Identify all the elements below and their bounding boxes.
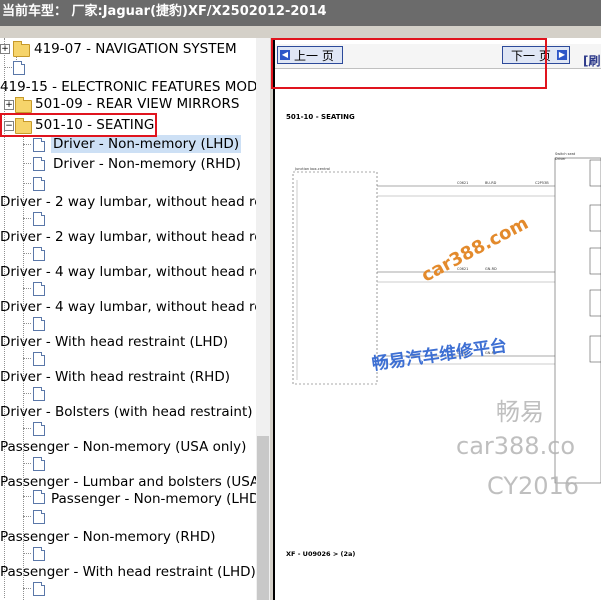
tree-item-driver-bolsters[interactable]: Driver - Bolsters (with head restraint)	[0, 403, 253, 421]
tree-item-driver-head-restraint-lhd[interactable]: Driver - With head restraint (LHD)	[0, 333, 228, 351]
wire-label: BU-RD	[485, 181, 497, 185]
tree-item-driver-4way-lumbar-2[interactable]: Driver - 4 way lumbar, without head rest…	[0, 298, 256, 316]
junction-box-outline	[292, 171, 378, 385]
expand-icon[interactable]: +	[0, 44, 10, 54]
tree-item-driver-2way-lumbar-2[interactable]: Driver - 2 way lumbar, without head rest…	[0, 228, 256, 246]
window-title: 当前车型： 厂家:Jaguar(捷豹)XF/X2502012-2014	[2, 4, 327, 19]
document-icon[interactable]	[33, 352, 45, 366]
document-icon[interactable]	[33, 317, 45, 331]
document-icon[interactable]	[33, 157, 45, 171]
tree-item-419-07[interactable]: 419-07 - NAVIGATION SYSTEM	[34, 40, 237, 58]
window-title-bar: 当前车型： 厂家:Jaguar(捷豹)XF/X2502012-2014	[0, 0, 601, 26]
page-heading: 501-10 - SEATING	[286, 113, 355, 121]
tree-guide-line	[23, 588, 31, 589]
tree-guide-line	[23, 428, 31, 429]
document-icon[interactable]	[33, 177, 45, 191]
page-footer: XF - U09026 > (2a)	[286, 550, 356, 558]
watermark-code: CY2016	[487, 472, 580, 500]
tree-scrollbar-thumb[interactable]	[257, 436, 269, 600]
tree-guide-line	[23, 516, 31, 517]
document-icon[interactable]	[33, 457, 45, 471]
tree-guide-line	[23, 358, 31, 359]
tree-guide-line	[23, 463, 31, 464]
tree-guide-line	[23, 183, 31, 184]
highlight-box-seating	[0, 113, 157, 137]
watermark-cn: 畅易	[496, 398, 544, 426]
tree-guide-line	[23, 253, 31, 254]
document-icon[interactable]	[33, 247, 45, 261]
tree-item-passenger-lumbar-bolsters[interactable]: Passenger - Lumbar and bolsters (USA or	[0, 473, 256, 491]
tree-item-passenger-non-memory-rhd[interactable]: Passenger - Non-memory (RHD)	[0, 528, 216, 546]
wire-label: GN-RD	[485, 267, 497, 271]
tree-guide-line	[23, 553, 31, 554]
tree-item-501-09[interactable]: 501-09 - REAR VIEW MIRRORS	[35, 95, 239, 113]
refresh-button[interactable]: [刷	[583, 52, 601, 69]
tree-item-driver-4way-lumbar-1[interactable]: Driver - 4 way lumbar, without head rest…	[0, 263, 256, 281]
document-icon[interactable]	[33, 282, 45, 296]
tree-item-driver-non-memory-rhd[interactable]: Driver - Non-memory (RHD)	[53, 155, 241, 173]
tree-guide-line	[23, 496, 31, 497]
toolbar-strip	[0, 26, 601, 38]
tree-item-passenger-non-memory-lhd[interactable]: Passenger - Non-memory (LHD)	[51, 490, 256, 508]
tree-item-driver-non-memory-lhd[interactable]: Driver - Non-memory (LHD)	[51, 135, 242, 153]
document-icon[interactable]	[33, 422, 45, 436]
tree-item-driver-head-restraint-rhd[interactable]: Driver - With head restraint (RHD)	[0, 368, 230, 386]
tree-item-passenger-head-restraint-lhd[interactable]: Passenger - With head restraint (LHD)	[0, 563, 256, 581]
driver-label: Driver	[555, 157, 566, 161]
tree-item-driver-2way-lumbar-1[interactable]: Driver - 2 way lumbar, without head rest…	[0, 193, 256, 211]
connector-label: C0621	[457, 181, 468, 185]
viewer-border	[273, 38, 275, 600]
tree-guide-line	[23, 218, 31, 219]
tree-item-419-15[interactable]: 419-15 - ELECTRONIC FEATURES MODUL	[0, 78, 256, 96]
tree-guide-line	[23, 393, 31, 394]
switch-seat-label: Switch seat	[555, 152, 576, 156]
tree-item-passenger-non-memory-usa[interactable]: Passenger - Non-memory (USA only)	[0, 438, 246, 456]
tree-guide-line	[23, 323, 31, 324]
document-icon[interactable]	[33, 510, 45, 524]
document-icon[interactable]	[33, 138, 45, 152]
tree-guide-line	[4, 67, 12, 68]
right-arrow-icon: ▶	[557, 50, 567, 60]
document-icon[interactable]	[33, 212, 45, 226]
tree-guide-line	[23, 288, 31, 289]
document-icon[interactable]	[33, 547, 45, 561]
expand-icon[interactable]: +	[4, 100, 14, 110]
watermark-site-gray: car388.co	[456, 432, 576, 460]
highlight-box-nav	[271, 38, 547, 89]
folder-icon	[13, 41, 30, 57]
folder-icon	[15, 97, 32, 113]
document-icon[interactable]	[13, 61, 25, 75]
document-icon[interactable]	[33, 490, 45, 504]
tag-label: C2P53B	[535, 181, 549, 185]
document-icon[interactable]	[33, 387, 45, 401]
tree-guide-line	[23, 144, 31, 145]
junction-box-label: Junction box-central	[294, 167, 330, 171]
tree-guide-line	[23, 163, 31, 164]
document-icon[interactable]	[33, 582, 45, 596]
